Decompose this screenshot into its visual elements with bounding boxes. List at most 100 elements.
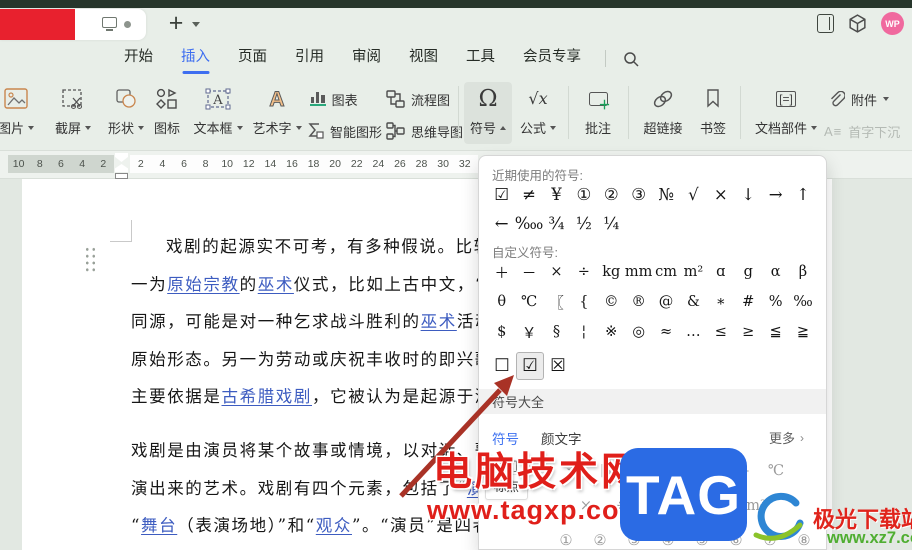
formula-button[interactable]: √x 公式 bbox=[514, 82, 562, 144]
symbol-cell[interactable]: ↓ bbox=[735, 180, 762, 208]
symbol-cell[interactable]: ☑ bbox=[488, 180, 515, 208]
dropcap-button[interactable]: A≡ 首字下沉 bbox=[824, 119, 900, 143]
checkbox-symbol-cell[interactable]: ☒ bbox=[544, 352, 572, 380]
insert-picture-button[interactable]: 图片 bbox=[0, 82, 40, 144]
bookmark-button[interactable]: 书签 bbox=[692, 82, 734, 144]
symbol-cell[interactable]: ← bbox=[488, 209, 515, 237]
menu-tab[interactable]: 视图 bbox=[395, 42, 452, 75]
screenshot-button[interactable]: 截屏 bbox=[46, 82, 100, 144]
account-avatar[interactable]: WP bbox=[881, 12, 904, 35]
document-tab[interactable] bbox=[0, 9, 146, 40]
first-line-indent-marker[interactable] bbox=[115, 153, 128, 162]
symbol-cell[interactable]: ≦ bbox=[762, 318, 789, 346]
symbol-cell[interactable]: $ bbox=[488, 318, 515, 346]
symbol-cell[interactable]: ￥ bbox=[515, 318, 542, 346]
mobile-view-icon[interactable] bbox=[817, 14, 834, 33]
menu-tab[interactable]: 审阅 bbox=[338, 42, 395, 75]
symbol-cell[interactable]: ¥ bbox=[543, 180, 570, 208]
symbol-cell[interactable]: ∗ bbox=[707, 288, 734, 316]
symbol-cell[interactable]: － bbox=[515, 258, 542, 286]
symbol-cell[interactable]: cm bbox=[652, 258, 679, 286]
symbol-cell[interactable]: ¦ bbox=[570, 318, 597, 346]
tab-emoticons[interactable]: 颜文字 bbox=[541, 428, 582, 448]
symbol-cell[interactable]: ① bbox=[570, 180, 597, 208]
symbol-cell[interactable]: ※ bbox=[598, 318, 625, 346]
symbol-cell[interactable]: m² bbox=[680, 258, 707, 286]
symbol-cell[interactable]: ③ bbox=[625, 180, 652, 208]
symbol-cell[interactable]: ≠ bbox=[515, 180, 542, 208]
symbol-cell[interactable]: ⑧ bbox=[787, 529, 821, 549]
symbol-cell[interactable]: ÷ bbox=[570, 258, 597, 286]
chart-button[interactable]: 图表 bbox=[310, 87, 358, 111]
symbol-cell[interactable]: × bbox=[543, 258, 570, 286]
symbol-cell[interactable]: × bbox=[707, 180, 734, 208]
menu-tab[interactable]: 工具 bbox=[452, 42, 509, 75]
menu-tab[interactable]: 插入 bbox=[167, 42, 224, 75]
symbol-cell[interactable]: θ bbox=[488, 288, 515, 316]
comment-button[interactable]: ＋ 批注 bbox=[574, 82, 622, 144]
tab-symbols[interactable]: 符号 bbox=[492, 428, 519, 448]
symbol-cell[interactable]: & bbox=[680, 288, 707, 316]
symbol-cell[interactable]: # bbox=[735, 288, 762, 316]
symbol-cell[interactable]: № bbox=[652, 180, 679, 208]
checkbox-symbol-cell[interactable]: ☑ bbox=[516, 352, 544, 380]
flowchart-button[interactable]: 流程图 bbox=[386, 87, 450, 111]
symbol-cell[interactable]: { bbox=[570, 288, 597, 316]
menu-tab[interactable]: 开始 bbox=[110, 42, 167, 75]
docpart-button[interactable]: [=] 文档部件 bbox=[748, 82, 824, 144]
mindmap-button[interactable]: 思维导图 bbox=[386, 119, 463, 143]
symbol-cell[interactable]: √ bbox=[680, 180, 707, 208]
hyperlink-button[interactable]: 超链接 bbox=[634, 82, 692, 144]
paragraph-drag-handle-icon[interactable] bbox=[84, 246, 97, 272]
shapes-button[interactable]: 形状 bbox=[100, 82, 152, 144]
hanging-indent-marker[interactable] bbox=[115, 164, 128, 172]
symbol-cell[interactable]: @ bbox=[652, 288, 679, 316]
tab-list-caret-icon[interactable] bbox=[192, 22, 200, 27]
symbol-cell[interactable]: © bbox=[598, 288, 625, 316]
symbol-cell[interactable]: ‱ bbox=[515, 209, 544, 237]
menu-tab[interactable]: 会员专享 bbox=[509, 42, 595, 75]
symbol-cell[interactable]: % bbox=[762, 288, 789, 316]
symbol-cell[interactable]: ★ bbox=[555, 459, 589, 483]
symbol-cell[interactable]: mm bbox=[625, 258, 653, 286]
symbol-cell[interactable]: β bbox=[789, 258, 816, 286]
symbol-cell[interactable]: ɑ bbox=[707, 258, 734, 286]
search-icon[interactable] bbox=[622, 50, 640, 68]
symbol-cell[interactable]: [] bbox=[589, 459, 623, 483]
wordart-button[interactable]: A 艺术字 bbox=[248, 82, 306, 144]
symbol-cell[interactable]: ¼ bbox=[598, 209, 625, 237]
category-item[interactable]: 标点 bbox=[485, 474, 529, 500]
symbol-cell[interactable]: kg bbox=[598, 258, 625, 286]
symbol-cell[interactable]: ≧ bbox=[789, 318, 816, 346]
symbol-cell[interactable]: ≈ bbox=[652, 318, 679, 346]
symbol-cell[interactable]: ® bbox=[625, 288, 652, 316]
symbol-button[interactable]: Ω 符号 bbox=[464, 82, 512, 144]
more-link[interactable]: 更多 › bbox=[769, 428, 804, 447]
symbol-cell[interactable]: 〖 bbox=[543, 288, 570, 316]
symbol-cell[interactable]: § bbox=[543, 318, 570, 346]
symbol-cell[interactable]: ‰ bbox=[789, 288, 816, 316]
symbol-cell[interactable]: ℃ bbox=[759, 459, 793, 483]
symbol-cell[interactable]: ＋ bbox=[488, 258, 515, 286]
attachment-button[interactable]: 附件 bbox=[828, 87, 890, 111]
symbol-cell[interactable]: ≤ bbox=[707, 318, 734, 346]
symbol-cell[interactable]: ② bbox=[598, 180, 625, 208]
symbol-cell[interactable]: ② bbox=[583, 529, 617, 549]
menu-tab[interactable]: 引用 bbox=[281, 42, 338, 75]
symbol-cell[interactable]: × bbox=[569, 494, 603, 518]
symbol-cell[interactable]: g bbox=[735, 258, 762, 286]
symbol-cell[interactable]: α bbox=[762, 258, 789, 286]
textbox-button[interactable]: A 文本框 bbox=[188, 82, 248, 144]
symbol-cell[interactable]: ① bbox=[549, 529, 583, 549]
symbol-cell[interactable]: ≥ bbox=[735, 318, 762, 346]
symbol-cell[interactable]: ℃ bbox=[515, 288, 542, 316]
symbol-cell[interactable]: ¾ bbox=[543, 209, 570, 237]
icons-button[interactable]: 图标 bbox=[146, 82, 188, 144]
symbol-cell[interactable]: ↑ bbox=[789, 180, 816, 208]
menu-tab[interactable]: 页面 bbox=[224, 42, 281, 75]
symbol-gallery-button[interactable]: 符号大全 bbox=[479, 389, 826, 414]
symbol-cell[interactable]: ◎ bbox=[625, 318, 652, 346]
new-tab-button[interactable]: + bbox=[163, 8, 189, 40]
symbol-cell[interactable]: → bbox=[762, 180, 789, 208]
smartart-button[interactable]: 智能图形 bbox=[306, 119, 382, 143]
